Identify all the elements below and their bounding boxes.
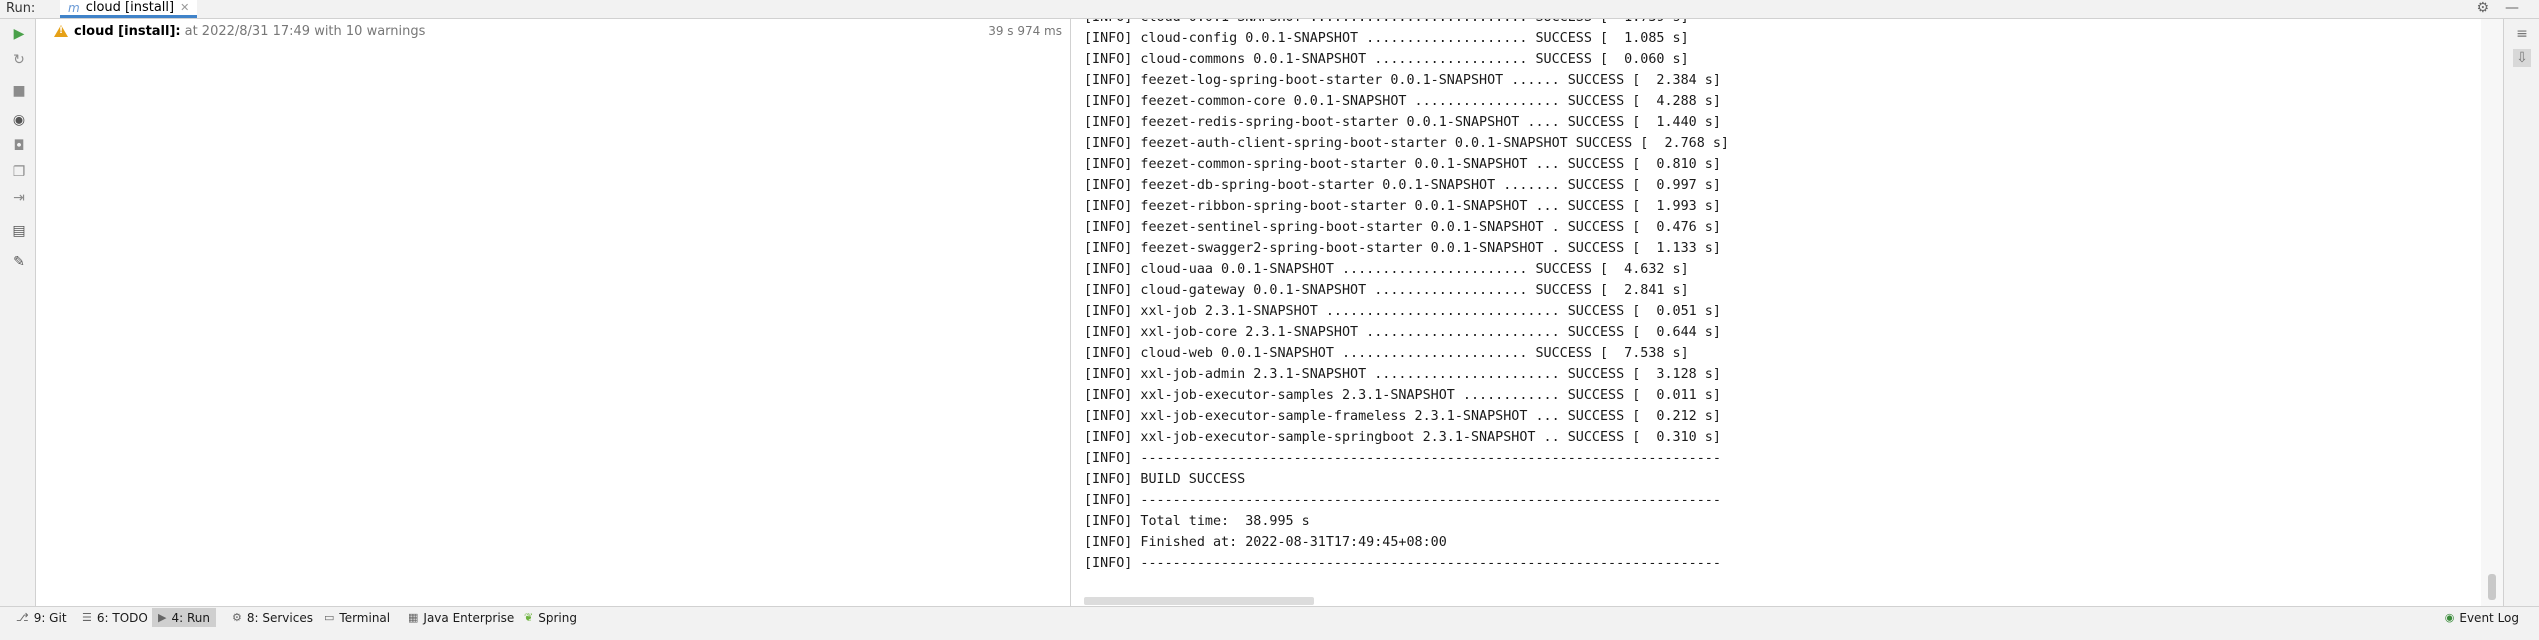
tab-terminal[interactable]: ▭ Terminal — [318, 608, 396, 627]
tab-services[interactable]: ⚙ 8: Services — [226, 608, 319, 627]
run-icon[interactable]: ▶ — [10, 25, 28, 43]
run-tab-label: cloud [install] — [85, 0, 175, 15]
copy-icon[interactable]: ❐ — [10, 163, 28, 181]
console-line: [INFO] xxl-job-admin 2.3.1-SNAPSHOT ....… — [1084, 367, 1721, 382]
rerun-icon[interactable]: ↻ — [10, 51, 28, 69]
console-line: [INFO] cloud-uaa 0.0.1-SNAPSHOT ........… — [1084, 262, 1689, 277]
tab-spring-label: Spring — [538, 610, 577, 625]
console-line: [INFO] feezet-swagger2-spring-boot-start… — [1084, 241, 1721, 256]
tab-run-label: 4: Run — [171, 610, 210, 625]
run-tab-cloud-install[interactable]: m cloud [install] ✕ — [60, 0, 198, 18]
console-line: [INFO] Finished at: 2022-08-31T17:49:45+… — [1084, 535, 1447, 550]
console-line: [INFO] xxl-job 2.3.1-SNAPSHOT ..........… — [1084, 304, 1721, 319]
pin-icon[interactable]: ✎ — [10, 253, 28, 271]
console-line: [INFO] feezet-log-spring-boot-starter 0.… — [1084, 73, 1721, 88]
horizontal-scrollbar[interactable] — [1084, 597, 1314, 605]
tool-window-bar: ⎇ 9: Git ☰ 6: TODO ▶ 4: Run ⚙ 8: Service… — [0, 606, 2539, 628]
console-line: [INFO] ---------------------------------… — [1084, 451, 1721, 466]
console-line: [INFO] xxl-job-executor-samples 2.3.1-SN… — [1084, 388, 1721, 403]
console-line: [INFO] xxl-job-executor-sample-frameless… — [1084, 409, 1721, 424]
tab-todo-label: 6: TODO — [96, 610, 148, 625]
eye-icon[interactable]: ◉ — [10, 111, 28, 129]
console-line: [INFO] cloud-web 0.0.1-SNAPSHOT ........… — [1084, 346, 1689, 361]
console-line: [INFO] feezet-sentinel-spring-boot-start… — [1084, 220, 1721, 235]
maven-icon: m — [68, 0, 80, 15]
java-icon: ▦ — [408, 611, 419, 624]
tree-meta: at 2022/8/31 17:49 with 10 warnings — [184, 23, 426, 39]
tab-todo[interactable]: ☰ 6: TODO — [76, 608, 154, 627]
tab-git[interactable]: ⎇ 9: Git — [10, 608, 73, 627]
run-header: Run: m cloud [install] ✕ ⚙ — — [0, 0, 2539, 19]
console-line: [INFO] xxl-job-core 2.3.1-SNAPSHOT .....… — [1084, 325, 1721, 340]
minimize-icon[interactable]: — — [2505, 0, 2519, 17]
event-log-label: Event Log — [2459, 610, 2519, 625]
console-line: [INFO] cloud-gateway 0.0.1-SNAPSHOT ....… — [1084, 283, 1689, 298]
status-bar — [0, 628, 2539, 640]
console-line: [INFO] cloud-commons 0.0.1-SNAPSHOT ....… — [1084, 52, 1689, 67]
console-line: [INFO] ---------------------------------… — [1084, 556, 1721, 571]
git-icon: ⎇ — [16, 611, 29, 624]
soft-wrap-icon[interactable]: ≡ — [2513, 25, 2531, 43]
console-line: [INFO] feezet-auth-client-spring-boot-st… — [1084, 136, 1729, 151]
tab-git-label: 9: Git — [33, 610, 67, 625]
scrollbar-thumb[interactable] — [2488, 574, 2496, 600]
scroll-to-end-icon[interactable]: ⇩ — [2513, 49, 2531, 67]
tab-terminal-label: Terminal — [339, 610, 391, 625]
warning-icon: ! — [54, 25, 68, 37]
export-icon[interactable]: ⇥ — [10, 189, 28, 207]
stop-icon[interactable]: ■ — [10, 82, 28, 100]
run-toolbar: ▶ ↻ ■ ◉ ◘ ❐ ⇥ ▤ ✎ — [0, 19, 36, 606]
list-icon: ☰ — [82, 611, 92, 624]
console-line: [INFO] ---------------------------------… — [1084, 493, 1721, 508]
terminal-icon: ▭ — [324, 611, 335, 624]
console-line: [INFO] feezet-db-spring-boot-starter 0.0… — [1084, 178, 1721, 193]
event-log-icon: ◉ — [2444, 611, 2455, 624]
tab-java-enterprise[interactable]: ▦ Java Enterprise — [402, 608, 520, 627]
services-icon: ⚙ — [232, 611, 242, 624]
console-line: [INFO] feezet-common-spring-boot-starter… — [1084, 157, 1721, 172]
console-line: [INFO] xxl-job-executor-sample-springboo… — [1084, 430, 1721, 445]
console-output[interactable]: [INFO] cloud 0.0.1-SNAPSHOT ............… — [1072, 19, 2481, 606]
console-line: [INFO] cloud 0.0.1-SNAPSHOT ............… — [1084, 19, 1729, 28]
close-icon[interactable]: ✕ — [180, 1, 189, 15]
console-line: [INFO] BUILD SUCCESS — [1084, 472, 1246, 487]
tab-run[interactable]: ▶ 4: Run — [152, 608, 216, 627]
tree-row-cloud-install[interactable]: ! cloud [install]: at 2022/8/31 17:49 wi… — [54, 21, 1062, 41]
tab-java-enterprise-label: Java Enterprise — [423, 610, 515, 625]
console-line: [INFO] feezet-common-core 0.0.1-SNAPSHOT… — [1084, 94, 1721, 109]
gear-icon[interactable]: ⚙ — [2476, 0, 2489, 17]
spring-icon: ❦ — [524, 611, 534, 624]
console-line: [INFO] cloud-config 0.0.1-SNAPSHOT .....… — [1084, 31, 1689, 46]
console-line: [INFO] feezet-redis-spring-boot-starter … — [1084, 115, 1721, 130]
tab-services-label: 8: Services — [246, 610, 313, 625]
run-icon: ▶ — [158, 611, 167, 624]
vertical-scrollbar[interactable] — [2481, 19, 2503, 606]
console-line: [INFO] Total time: 38.995 s — [1084, 514, 1310, 529]
layout-icon[interactable]: ▤ — [10, 222, 28, 240]
event-log-button[interactable]: ◉ Event Log — [2445, 608, 2519, 627]
tree-time: 39 s 974 ms — [988, 24, 1062, 38]
console-toolbar: ≡ ⇩ — [2503, 19, 2539, 606]
build-tree: ! cloud [install]: at 2022/8/31 17:49 wi… — [36, 19, 1071, 606]
run-label: Run: — [6, 1, 36, 16]
console-lines: [INFO] cloud 0.0.1-SNAPSHOT ............… — [1084, 19, 1729, 574]
console-line: [INFO] feezet-ribbon-spring-boot-starter… — [1084, 199, 1721, 214]
tab-spring[interactable]: ❦ Spring — [518, 608, 583, 627]
tree-title: cloud [install]: — [74, 23, 181, 39]
camera-icon[interactable]: ◘ — [10, 137, 28, 155]
